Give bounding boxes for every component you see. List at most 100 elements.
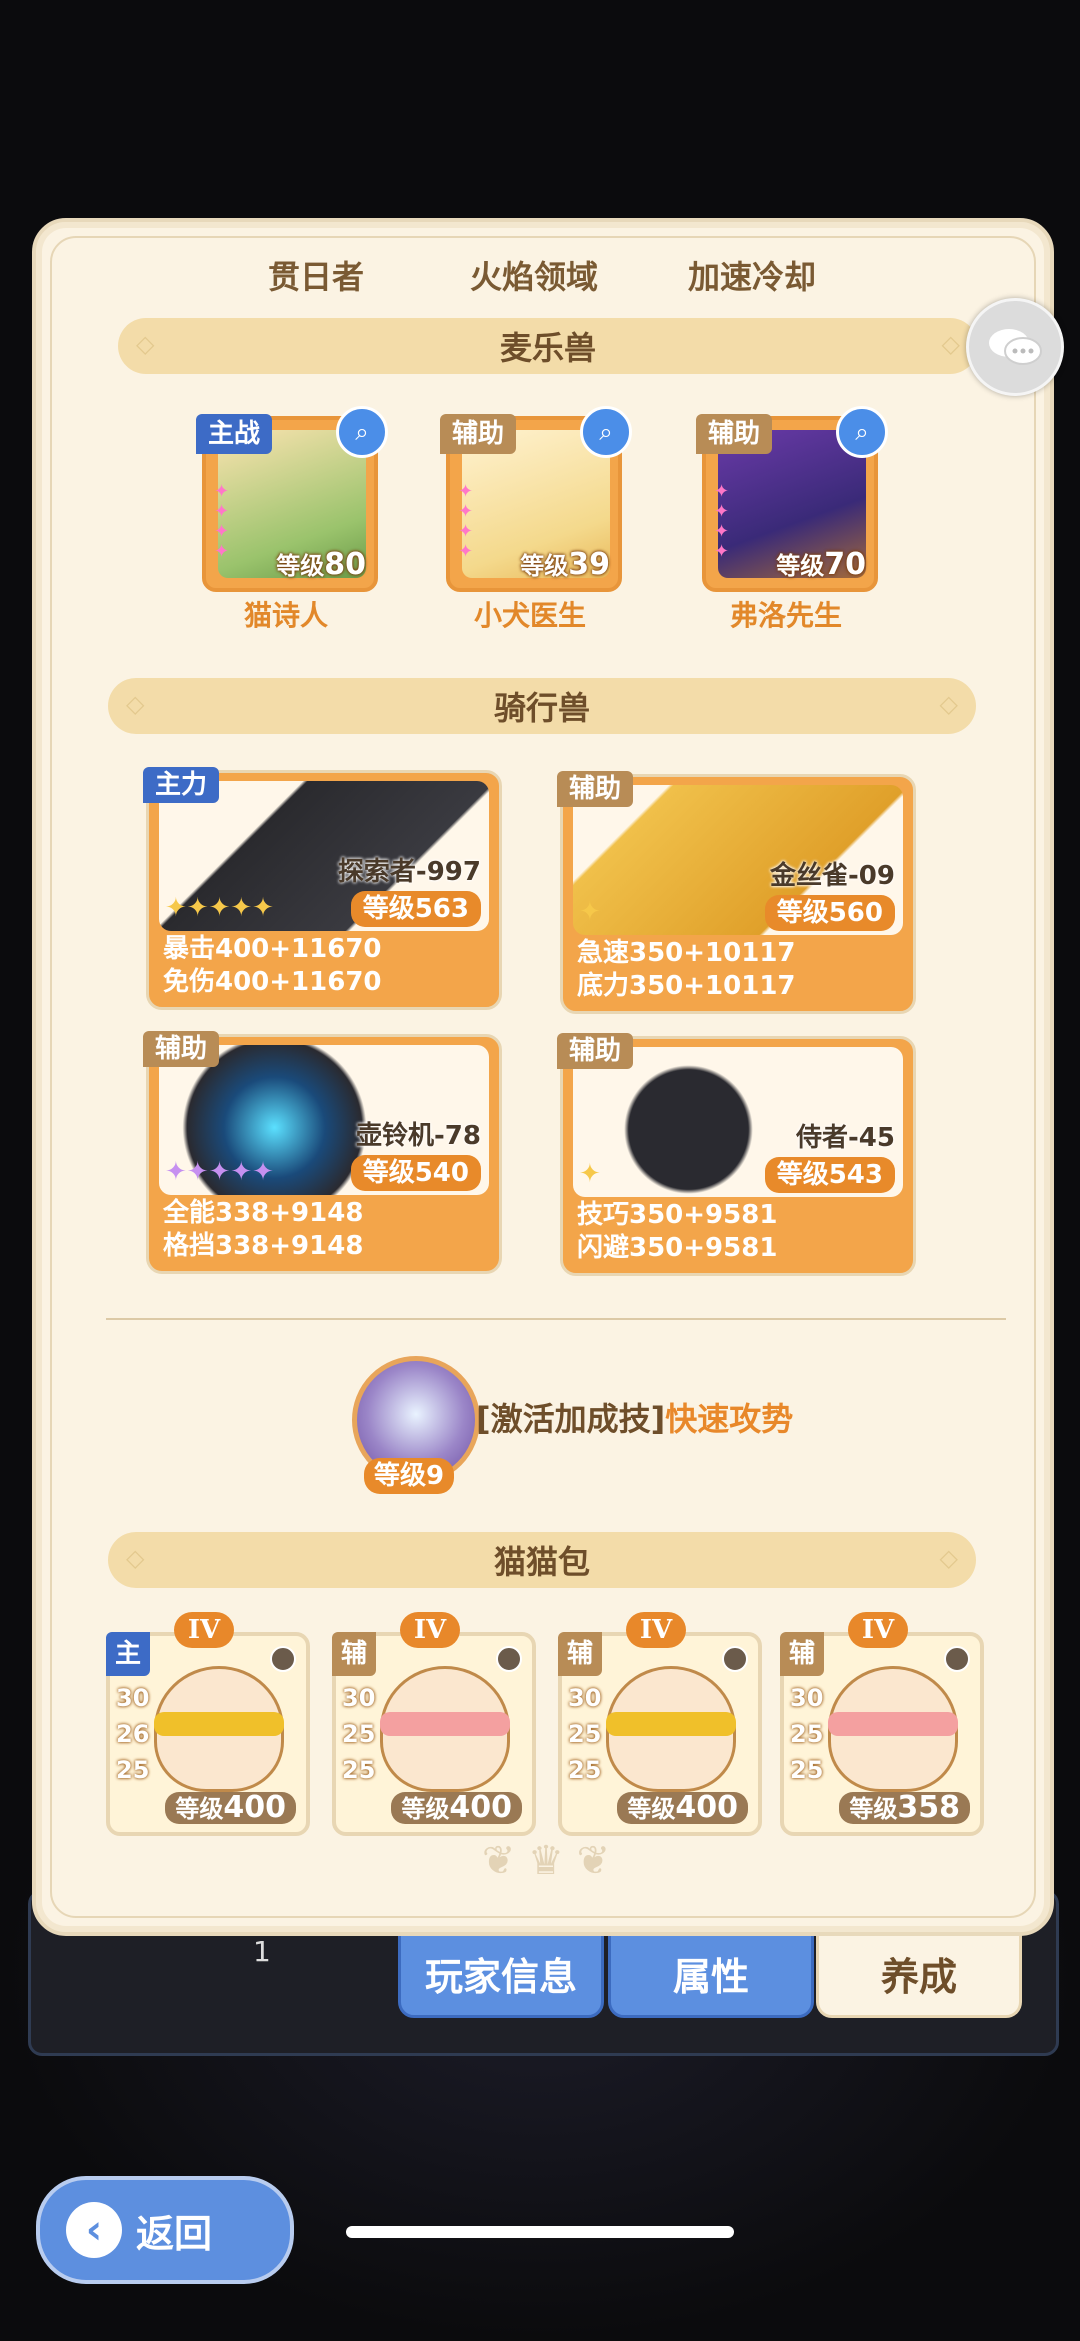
pet-role-tag: 辅助 — [440, 414, 517, 454]
pet-level: 等级80 — [276, 547, 366, 582]
bag-card[interactable]: IV 主 30 26 25 等级400 — [106, 1612, 310, 1836]
mount-name: 金丝雀-09 — [770, 861, 895, 891]
card-ornament: ❦ ♛ ❦ — [481, 1838, 611, 1884]
mount-stat: 免伤400+11670 — [163, 967, 382, 997]
section-header-bags: 猫猫包 — [108, 1532, 976, 1588]
bag-grade: IV — [848, 1612, 908, 1648]
mount-level: 等级543 — [764, 1157, 895, 1193]
bag-number: 25 — [342, 1720, 376, 1748]
pet-card[interactable]: ✦ ✦ ✦ ✦ 辅助 ⌕ 等级39 — [440, 406, 632, 592]
divider — [106, 1318, 1006, 1320]
magnify-icon[interactable]: ⌕ — [580, 406, 632, 458]
bonus-skill-level: 等级9 — [364, 1458, 455, 1494]
bag-role-tag: 辅 — [780, 1632, 824, 1676]
skill-name-3: 加速冷却 — [688, 258, 817, 296]
mount-role-tag: 主力 — [143, 767, 220, 803]
pet-name: 弗洛先生 — [729, 599, 842, 632]
mount-stat: 底力350+10117 — [577, 971, 796, 1001]
mount-name: 壶铃机-78 — [356, 1121, 481, 1151]
bag-role-tag: 主 — [106, 1632, 150, 1676]
tab-growth[interactable]: 养成 — [816, 1928, 1022, 2018]
bag-role-tag: 辅 — [332, 1632, 376, 1676]
lock-icon — [496, 1646, 522, 1672]
bag-number: 25 — [116, 1756, 150, 1784]
bonus-skill-name: 快速攻势 — [665, 1400, 794, 1438]
mount-role-tag: 辅助 — [557, 771, 634, 807]
growth-card: 贯日者 火焰领域 加速冷却 麦乐兽 ✦✦✦✦ 主战 ⌕ 等级80 猫诗人 ✦✦✦… — [32, 218, 1054, 1936]
bag-headband — [606, 1712, 736, 1736]
chat-button[interactable] — [966, 298, 1064, 396]
lock-icon — [944, 1646, 970, 1672]
skill-name-1: 贯日者 — [268, 258, 365, 296]
pet-name: 小犬医生 — [473, 599, 586, 632]
back-label: 返回 — [136, 2211, 213, 2256]
tab-player-info[interactable]: 玩家信息 — [398, 1928, 604, 2018]
mount-stars: ✦✦✦✦✦ — [165, 1157, 274, 1187]
pet-level: 等级39 — [520, 547, 610, 582]
mount-stars: ✦ — [579, 1159, 601, 1189]
bag-number: 25 — [790, 1720, 824, 1748]
home-indicator[interactable] — [346, 2226, 734, 2238]
bonus-skill-prefix: [激活加成技] — [476, 1400, 666, 1438]
pet-stars: ✦ ✦ ✦ ✦ — [714, 481, 730, 562]
back-button[interactable]: ‹ 返回 — [36, 2176, 294, 2284]
mount-level: 等级560 — [764, 895, 895, 931]
bag-number: 25 — [342, 1756, 376, 1784]
bag-headband — [828, 1712, 958, 1736]
bag-level: 等级400 — [617, 1792, 748, 1824]
pet-card[interactable]: ✦ ✦ ✦ ✦ 辅助 ⌕ 等级70 — [696, 406, 888, 592]
bonus-skill-text: [激活加成技]快速攻势 — [476, 1394, 793, 1440]
mount-card[interactable]: 主力 探索者-997 ✦✦✦✦✦ 等级563 暴击400+11670 免伤400… — [143, 767, 502, 1010]
bag-card[interactable]: IV 辅 30 25 25 等级400 — [332, 1612, 536, 1836]
mount-level: 等级540 — [350, 1155, 481, 1191]
bag-role-tag: 辅 — [558, 1632, 602, 1676]
mount-stat: 闪避350+9581 — [577, 1233, 778, 1263]
pet-card[interactable]: ✦ ✦ ✦ ✦ 主战 ⌕ 等级80 — [196, 406, 388, 592]
lock-icon — [270, 1646, 296, 1672]
mount-stats: 全能338+9148 格挡338+9148 — [163, 1197, 363, 1263]
mount-name: 探索者-997 — [337, 857, 481, 887]
mount-level: 等级563 — [350, 891, 481, 927]
mount-card[interactable]: 辅助 金丝雀-09 ✦ 等级560 急速350+10117 底力350+1011… — [557, 771, 916, 1014]
chevron-left-icon: ‹ — [66, 2202, 122, 2258]
mount-stars: ✦✦✦✦✦ — [165, 893, 274, 923]
bag-card[interactable]: IV 辅 30 25 25 等级400 — [558, 1612, 762, 1836]
mount-stat: 急速350+10117 — [577, 938, 796, 968]
mount-stats: 技巧350+9581 闪避350+9581 — [577, 1199, 777, 1265]
lock-icon — [722, 1646, 748, 1672]
bag-grade: IV — [400, 1612, 460, 1648]
bag-number: 30 — [790, 1684, 824, 1712]
bag-number: 30 — [116, 1684, 150, 1712]
bag-level: 等级358 — [839, 1792, 970, 1824]
mount-stat: 全能338+9148 — [163, 1198, 364, 1228]
tab-attributes[interactable]: 属性 — [608, 1928, 814, 2018]
skill-name-2: 火焰领域 — [470, 258, 599, 296]
bag-card[interactable]: IV 辅 30 25 25 等级358 — [780, 1612, 984, 1836]
mount-stats: 暴击400+11670 免伤400+11670 — [163, 933, 382, 999]
page-number: 1 — [253, 1935, 271, 1968]
pet-role-tag: 主战 — [196, 414, 273, 454]
chat-bubble-icon — [989, 329, 1042, 365]
mount-role-tag: 辅助 — [143, 1031, 220, 1067]
section-header-pets: 麦乐兽 — [118, 318, 978, 374]
bag-numbers: 30 25 25 — [342, 1680, 376, 1788]
mount-card[interactable]: 辅助 侍者-45 ✦ 等级543 技巧350+9581 闪避350+9581 — [557, 1033, 916, 1276]
mount-name: 侍者-45 — [796, 1123, 895, 1153]
mount-stat: 暴击400+11670 — [163, 934, 382, 964]
pet-name: 猫诗人 — [243, 599, 328, 632]
mount-card[interactable]: 辅助 壶铃机-78 ✦✦✦✦✦ 等级540 全能338+9148 格挡338+9… — [143, 1031, 502, 1274]
bag-numbers: 30 25 25 — [568, 1680, 602, 1788]
mount-stats: 急速350+10117 底力350+10117 — [577, 937, 796, 1003]
magnify-icon[interactable]: ⌕ — [336, 406, 388, 458]
bag-headband — [154, 1712, 284, 1736]
bag-numbers: 30 26 25 — [116, 1680, 150, 1788]
bag-number: 30 — [568, 1684, 602, 1712]
bag-number: 25 — [568, 1756, 602, 1784]
pet-stars: ✦ ✦ ✦ ✦ — [214, 481, 230, 562]
mount-stars: ✦ — [579, 897, 601, 927]
bag-level: 等级400 — [165, 1792, 296, 1824]
magnify-icon[interactable]: ⌕ — [836, 406, 888, 458]
pet-stars: ✦ ✦ ✦ ✦ — [458, 481, 474, 562]
bag-level: 等级400 — [391, 1792, 522, 1824]
mount-stat: 技巧350+9581 — [577, 1200, 778, 1230]
